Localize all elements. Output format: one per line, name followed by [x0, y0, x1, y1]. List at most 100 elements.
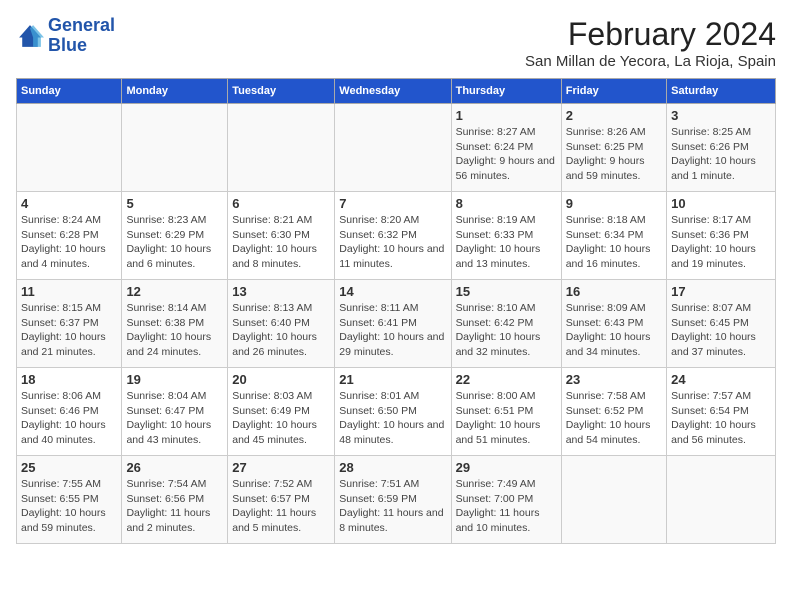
day-number: 6 — [232, 196, 330, 211]
day-info: Sunrise: 8:06 AM Sunset: 6:46 PM Dayligh… — [21, 389, 117, 448]
day-info: Sunrise: 8:11 AM Sunset: 6:41 PM Dayligh… — [339, 301, 446, 360]
day-number: 2 — [566, 108, 662, 123]
day-info: Sunrise: 7:57 AM Sunset: 6:54 PM Dayligh… — [671, 389, 771, 448]
day-cell: 11Sunrise: 8:15 AM Sunset: 6:37 PM Dayli… — [17, 280, 122, 368]
day-number: 12 — [126, 284, 223, 299]
day-number: 4 — [21, 196, 117, 211]
day-info: Sunrise: 8:19 AM Sunset: 6:33 PM Dayligh… — [456, 213, 557, 272]
day-cell: 1 Sunrise: 8:27 AM Sunset: 6:24 PM Daylig… — [451, 104, 561, 192]
day-info: Sunrise: 8:13 AM Sunset: 6:40 PM Dayligh… — [232, 301, 330, 360]
day-info: Sunrise: 8:20 AM Sunset: 6:32 PM Dayligh… — [339, 213, 446, 272]
day-cell — [122, 104, 228, 192]
day-info: Sunrise: 8:10 AM Sunset: 6:42 PM Dayligh… — [456, 301, 557, 360]
week-row-4: 18 Sunrise: 8:06 AM Sunset: 6:46 PM Dayli… — [17, 368, 776, 456]
day-cell: 25 Sunrise: 7:55 AM Sunset: 6:55 PM Dayli… — [17, 456, 122, 544]
calendar-header: SundayMondayTuesdayWednesdayThursdayFrid… — [17, 79, 776, 104]
day-info: Sunrise: 8:03 AM Sunset: 6:49 PM Dayligh… — [232, 389, 330, 448]
day-info: Sunrise: 8:04 AM Sunset: 6:47 PM Dayligh… — [126, 389, 223, 448]
day-number: 29 — [456, 460, 557, 475]
day-number: 15 — [456, 284, 557, 299]
day-cell: 9 Sunrise: 8:18 AM Sunset: 6:34 PM Daylig… — [561, 192, 666, 280]
logo-text: General Blue — [48, 16, 115, 56]
day-number: 19 — [126, 372, 223, 387]
day-info: Sunrise: 8:07 AM Sunset: 6:45 PM Dayligh… — [671, 301, 771, 360]
day-cell: 27Sunrise: 7:52 AM Sunset: 6:57 PM Dayli… — [228, 456, 335, 544]
header-cell-monday: Monday — [122, 79, 228, 104]
day-cell — [17, 104, 122, 192]
day-cell — [667, 456, 776, 544]
day-number: 20 — [232, 372, 330, 387]
day-number: 5 — [126, 196, 223, 211]
header-cell-wednesday: Wednesday — [335, 79, 451, 104]
day-cell: 2 Sunrise: 8:26 AM Sunset: 6:25 PM Daylig… — [561, 104, 666, 192]
day-cell: 23 Sunrise: 7:58 AM Sunset: 6:52 PM Dayli… — [561, 368, 666, 456]
day-info: Sunrise: 7:58 AM Sunset: 6:52 PM Dayligh… — [566, 389, 662, 448]
day-info: Sunrise: 7:49 AM Sunset: 7:00 PM Dayligh… — [456, 477, 557, 536]
day-cell: 5 Sunrise: 8:23 AM Sunset: 6:29 PM Daylig… — [122, 192, 228, 280]
day-cell: 4 Sunrise: 8:24 AM Sunset: 6:28 PM Daylig… — [17, 192, 122, 280]
day-cell: 7 Sunrise: 8:20 AM Sunset: 6:32 PM Daylig… — [335, 192, 451, 280]
day-number: 23 — [566, 372, 662, 387]
day-cell: 29 Sunrise: 7:49 AM Sunset: 7:00 PM Dayli… — [451, 456, 561, 544]
day-number: 24 — [671, 372, 771, 387]
week-row-3: 11Sunrise: 8:15 AM Sunset: 6:37 PM Dayli… — [17, 280, 776, 368]
day-number: 1 — [456, 108, 557, 123]
day-number: 14 — [339, 284, 446, 299]
header-row: SundayMondayTuesdayWednesdayThursdayFrid… — [17, 79, 776, 104]
day-cell: 13 Sunrise: 8:13 AM Sunset: 6:40 PM Dayli… — [228, 280, 335, 368]
day-info: Sunrise: 8:25 AM Sunset: 6:26 PM Dayligh… — [671, 125, 771, 184]
day-number: 28 — [339, 460, 446, 475]
day-number: 22 — [456, 372, 557, 387]
day-cell: 28 Sunrise: 7:51 AM Sunset: 6:59 PM Dayli… — [335, 456, 451, 544]
day-cell: 16Sunrise: 8:09 AM Sunset: 6:43 PM Dayli… — [561, 280, 666, 368]
logo-icon — [16, 22, 44, 50]
day-cell: 21Sunrise: 8:01 AM Sunset: 6:50 PM Dayli… — [335, 368, 451, 456]
day-info: Sunrise: 8:09 AM Sunset: 6:43 PM Dayligh… — [566, 301, 662, 360]
logo: General Blue — [16, 16, 115, 56]
subtitle: San Millan de Yecora, La Rioja, Spain — [525, 53, 776, 70]
calendar-body: 1 Sunrise: 8:27 AM Sunset: 6:24 PM Daylig… — [17, 104, 776, 544]
day-cell — [228, 104, 335, 192]
day-number: 7 — [339, 196, 446, 211]
day-cell: 3Sunrise: 8:25 AM Sunset: 6:26 PM Daylig… — [667, 104, 776, 192]
day-cell — [335, 104, 451, 192]
main-title: February 2024 — [525, 16, 776, 53]
header-cell-tuesday: Tuesday — [228, 79, 335, 104]
day-number: 25 — [21, 460, 117, 475]
day-info: Sunrise: 8:27 AM Sunset: 6:24 PM Dayligh… — [456, 125, 557, 184]
logo-line1: General — [48, 15, 115, 35]
header: General Blue February 2024 San Millan de… — [16, 16, 776, 70]
week-row-5: 25 Sunrise: 7:55 AM Sunset: 6:55 PM Dayli… — [17, 456, 776, 544]
day-info: Sunrise: 8:18 AM Sunset: 6:34 PM Dayligh… — [566, 213, 662, 272]
calendar-table: SundayMondayTuesdayWednesdayThursdayFrid… — [16, 78, 776, 544]
logo-line2: Blue — [48, 35, 87, 55]
day-cell: 10Sunrise: 8:17 AM Sunset: 6:36 PM Dayli… — [667, 192, 776, 280]
day-info: Sunrise: 7:52 AM Sunset: 6:57 PM Dayligh… — [232, 477, 330, 536]
day-info: Sunrise: 8:21 AM Sunset: 6:30 PM Dayligh… — [232, 213, 330, 272]
day-info: Sunrise: 8:24 AM Sunset: 6:28 PM Dayligh… — [21, 213, 117, 272]
day-cell: 20 Sunrise: 8:03 AM Sunset: 6:49 PM Dayli… — [228, 368, 335, 456]
day-info: Sunrise: 8:00 AM Sunset: 6:51 PM Dayligh… — [456, 389, 557, 448]
day-number: 21 — [339, 372, 446, 387]
day-number: 18 — [21, 372, 117, 387]
day-number: 26 — [126, 460, 223, 475]
day-cell: 26Sunrise: 7:54 AM Sunset: 6:56 PM Dayli… — [122, 456, 228, 544]
header-cell-thursday: Thursday — [451, 79, 561, 104]
day-cell: 22 Sunrise: 8:00 AM Sunset: 6:51 PM Dayli… — [451, 368, 561, 456]
day-cell: 17Sunrise: 8:07 AM Sunset: 6:45 PM Dayli… — [667, 280, 776, 368]
day-info: Sunrise: 7:51 AM Sunset: 6:59 PM Dayligh… — [339, 477, 446, 536]
day-number: 8 — [456, 196, 557, 211]
day-number: 9 — [566, 196, 662, 211]
day-info: Sunrise: 8:26 AM Sunset: 6:25 PM Dayligh… — [566, 125, 662, 184]
day-info: Sunrise: 8:14 AM Sunset: 6:38 PM Dayligh… — [126, 301, 223, 360]
day-info: Sunrise: 8:23 AM Sunset: 6:29 PM Dayligh… — [126, 213, 223, 272]
title-area: February 2024 San Millan de Yecora, La R… — [525, 16, 776, 70]
day-number: 13 — [232, 284, 330, 299]
day-cell: 12 Sunrise: 8:14 AM Sunset: 6:38 PM Dayli… — [122, 280, 228, 368]
day-cell: 19 Sunrise: 8:04 AM Sunset: 6:47 PM Dayli… — [122, 368, 228, 456]
day-cell: 15 Sunrise: 8:10 AM Sunset: 6:42 PM Dayli… — [451, 280, 561, 368]
day-info: Sunrise: 7:55 AM Sunset: 6:55 PM Dayligh… — [21, 477, 117, 536]
header-cell-saturday: Saturday — [667, 79, 776, 104]
day-info: Sunrise: 8:17 AM Sunset: 6:36 PM Dayligh… — [671, 213, 771, 272]
day-cell: 6 Sunrise: 8:21 AM Sunset: 6:30 PM Daylig… — [228, 192, 335, 280]
